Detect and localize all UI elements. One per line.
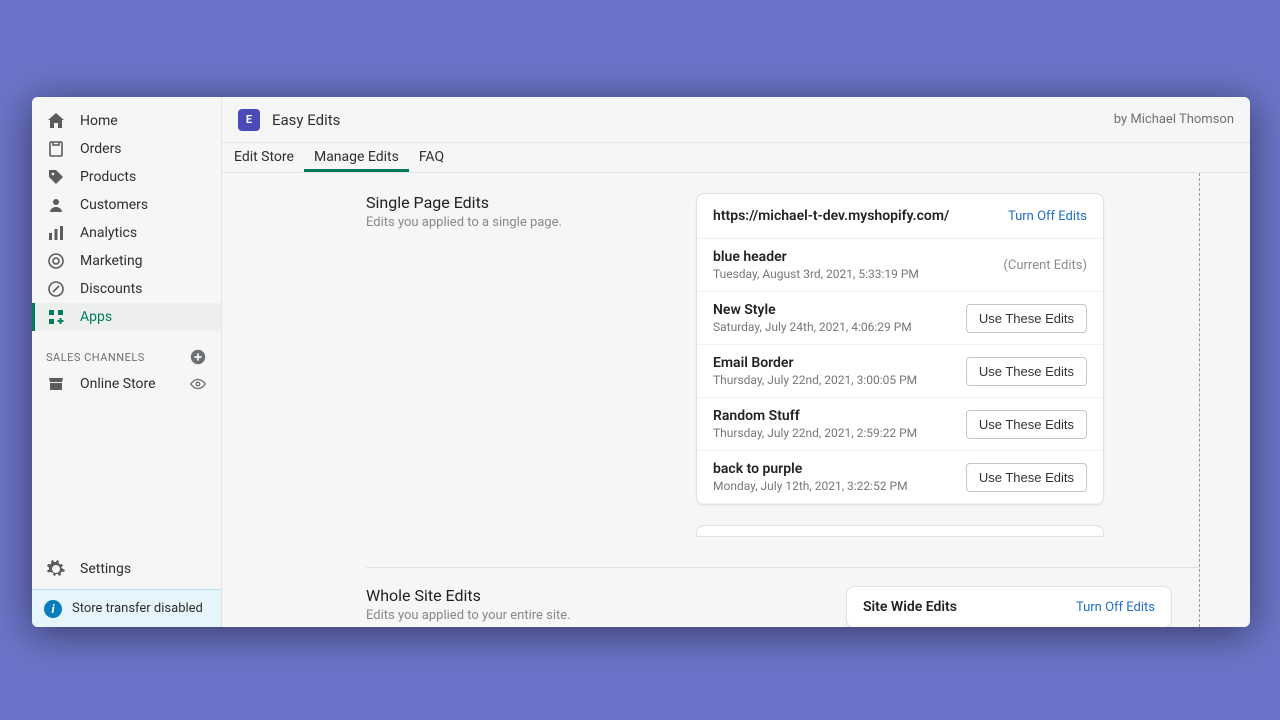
discount-icon: [46, 279, 66, 299]
sidebar-item-label: Orders: [80, 141, 122, 157]
edit-name: back to purple: [713, 461, 908, 477]
use-these-edits-button[interactable]: Use These Edits: [966, 410, 1087, 439]
card-header: https://michael-t-dev.myshopify.com/ Tur…: [697, 194, 1103, 239]
section-subtitle: Edits you applied to a single page.: [366, 215, 676, 230]
tab-faq[interactable]: FAQ: [409, 149, 454, 172]
site-wide-card: Site Wide Edits Turn Off Edits: [846, 586, 1172, 627]
section-single-page: Single Page Edits Edits you applied to a…: [222, 173, 1199, 505]
edits-card: https://michael-t-dev.myshopify.com/ Tur…: [696, 193, 1104, 505]
edit-info: Email Border Thursday, July 22nd, 2021, 3…: [713, 355, 917, 387]
sidebar-item-settings[interactable]: Settings: [32, 549, 221, 589]
section-description: Single Page Edits Edits you applied to a…: [366, 193, 676, 505]
chart-icon: [46, 223, 66, 243]
app-logo: E: [238, 109, 260, 131]
tab-manage-edits[interactable]: Manage Edits: [304, 149, 409, 172]
section-title: Whole Site Edits: [366, 586, 746, 605]
section-label-text: SALES CHANNELS: [46, 351, 145, 364]
edit-name: New Style: [713, 302, 912, 318]
home-icon: [46, 111, 66, 131]
sidebar-item-label: Home: [80, 113, 118, 129]
settings-label: Settings: [80, 561, 131, 577]
app-title: Easy Edits: [272, 111, 340, 129]
sidebar-item-products[interactable]: Products: [32, 163, 221, 191]
use-these-edits-button[interactable]: Use These Edits: [966, 357, 1087, 386]
sidebar-item-customers[interactable]: Customers: [32, 191, 221, 219]
app-window: Home Orders Products Customers Analytics…: [32, 97, 1250, 627]
tag-icon: [46, 167, 66, 187]
edit-date: Thursday, July 22nd, 2021, 3:00:05 PM: [713, 373, 917, 387]
content-area: Single Page Edits Edits you applied to a…: [222, 173, 1200, 627]
edit-date: Saturday, July 24th, 2021, 4:06:29 PM: [713, 320, 912, 334]
sidebar-item-online-store[interactable]: Online Store: [32, 369, 221, 399]
eye-icon[interactable]: [189, 375, 207, 393]
info-icon: i: [44, 600, 62, 618]
sidebar-section-label: SALES CHANNELS: [32, 345, 221, 369]
gear-icon: [46, 559, 66, 579]
use-these-edits-button[interactable]: Use These Edits: [966, 304, 1087, 333]
tab-edit-store[interactable]: Edit Store: [224, 149, 304, 172]
edit-date: Tuesday, August 3rd, 2021, 5:33:19 PM: [713, 267, 919, 281]
edit-name: Random Stuff: [713, 408, 917, 424]
turn-off-edits-link[interactable]: Turn Off Edits: [1076, 600, 1155, 615]
channel-label: Online Store: [80, 376, 156, 392]
edit-info: back to purple Monday, July 12th, 2021, 3…: [713, 461, 908, 493]
section-whole-site: Whole Site Edits Edits you applied to yo…: [222, 568, 1199, 627]
use-these-edits-button[interactable]: Use These Edits: [966, 463, 1087, 492]
edit-row: blue header Tuesday, August 3rd, 2021, 5:…: [697, 239, 1103, 292]
edits-list: blue header Tuesday, August 3rd, 2021, 5:…: [697, 239, 1103, 504]
card-title: Site Wide Edits: [863, 599, 957, 615]
banner-text: Store transfer disabled: [72, 601, 203, 616]
store-icon: [46, 374, 66, 394]
page-url: https://michael-t-dev.myshopify.com/: [713, 208, 949, 224]
main: E Easy Edits by Michael Thomson Edit Sto…: [222, 97, 1250, 627]
plus-circle-icon[interactable]: [189, 348, 207, 366]
sidebar-item-label: Products: [80, 169, 136, 185]
info-banner: i Store transfer disabled: [32, 589, 221, 627]
edit-row: Random Stuff Thursday, July 22nd, 2021, 2…: [697, 398, 1103, 451]
tab-bar: Edit Store Manage Edits FAQ: [222, 143, 1250, 173]
active-indicator: [32, 303, 35, 331]
card-header: Site Wide Edits Turn Off Edits: [847, 587, 1171, 627]
edit-name: blue header: [713, 249, 919, 265]
current-edits-label: (Current Edits): [1003, 258, 1087, 273]
app-header: E Easy Edits by Michael Thomson: [222, 97, 1250, 143]
app-author: by Michael Thomson: [1114, 112, 1234, 127]
sidebar-nav: Home Orders Products Customers Analytics…: [32, 97, 221, 399]
turn-off-edits-link[interactable]: Turn Off Edits: [1008, 209, 1087, 224]
card-stub: [696, 525, 1104, 537]
sidebar-item-marketing[interactable]: Marketing: [32, 247, 221, 275]
sidebar-item-orders[interactable]: Orders: [32, 135, 221, 163]
sidebar: Home Orders Products Customers Analytics…: [32, 97, 222, 627]
edit-row: back to purple Monday, July 12th, 2021, 3…: [697, 451, 1103, 504]
sidebar-item-label: Discounts: [80, 281, 142, 297]
sidebar-item-label: Analytics: [80, 225, 137, 241]
target-icon: [46, 251, 66, 271]
apps-icon: [46, 307, 66, 327]
edit-info: New Style Saturday, July 24th, 2021, 4:06…: [713, 302, 912, 334]
edit-row: Email Border Thursday, July 22nd, 2021, 3…: [697, 345, 1103, 398]
edit-date: Thursday, July 22nd, 2021, 2:59:22 PM: [713, 426, 917, 440]
edit-row: New Style Saturday, July 24th, 2021, 4:06…: [697, 292, 1103, 345]
edit-name: Email Border: [713, 355, 917, 371]
sidebar-item-label: Customers: [80, 197, 148, 213]
section-subtitle: Edits you applied to your entire site.: [366, 608, 746, 623]
edit-info: blue header Tuesday, August 3rd, 2021, 5:…: [713, 249, 919, 281]
orders-icon: [46, 139, 66, 159]
sidebar-item-home[interactable]: Home: [32, 107, 221, 135]
sidebar-item-apps[interactable]: Apps: [32, 303, 221, 331]
sidebar-item-discounts[interactable]: Discounts: [32, 275, 221, 303]
section-title: Single Page Edits: [366, 193, 676, 212]
person-icon: [46, 195, 66, 215]
sidebar-item-analytics[interactable]: Analytics: [32, 219, 221, 247]
edit-date: Monday, July 12th, 2021, 3:22:52 PM: [713, 479, 908, 493]
sidebar-item-label: Apps: [80, 309, 112, 325]
section-description: Whole Site Edits Edits you applied to yo…: [366, 586, 746, 627]
sidebar-item-label: Marketing: [80, 253, 143, 269]
edit-info: Random Stuff Thursday, July 22nd, 2021, 2…: [713, 408, 917, 440]
